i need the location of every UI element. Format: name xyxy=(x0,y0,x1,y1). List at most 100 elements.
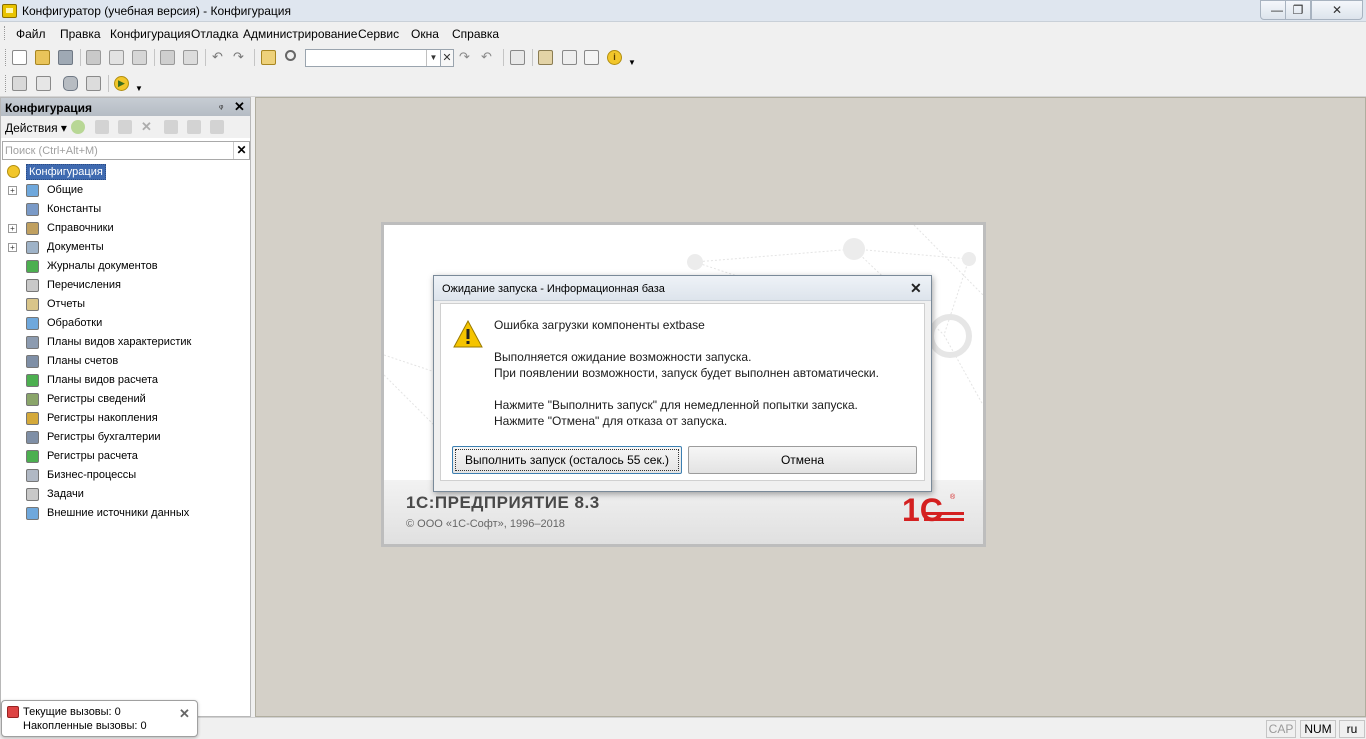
chevron-down-icon[interactable]: ▼ xyxy=(426,50,440,66)
tree-root[interactable]: Конфигурация xyxy=(1,162,250,181)
tree-item[interactable]: + Общие xyxy=(1,181,250,200)
syntax-assistant-icon[interactable] xyxy=(538,50,553,65)
sort-icon[interactable] xyxy=(210,120,224,134)
menu-windows[interactable]: Окна xyxy=(411,27,439,41)
close-panel-icon[interactable]: ✕ xyxy=(234,99,245,115)
tree-item[interactable]: Регистры сведений xyxy=(1,390,250,409)
copy-icon[interactable] xyxy=(109,50,124,65)
edit-icon[interactable] xyxy=(95,120,109,134)
tasks-icon xyxy=(26,488,39,501)
print-preview-icon[interactable] xyxy=(183,50,198,65)
add-icon[interactable] xyxy=(71,120,85,134)
panel-toolbar: Действия ▾ ✕ xyxy=(1,116,250,138)
close-window-button[interactable]: ✕ xyxy=(1311,0,1363,20)
open-folder-icon[interactable] xyxy=(35,50,50,65)
panel-title: Конфигурация xyxy=(5,101,93,115)
catalogs-icon xyxy=(26,222,39,235)
tree-item[interactable]: Журналы документов xyxy=(1,257,250,276)
panel-search-input[interactable] xyxy=(5,143,233,158)
windows-icon[interactable] xyxy=(510,50,525,65)
menu-configuration[interactable]: Конфигурация xyxy=(110,27,191,41)
expand-icon[interactable]: + xyxy=(8,186,17,195)
tree-item[interactable]: Регистры накопления xyxy=(1,409,250,428)
copy-item-icon[interactable] xyxy=(118,120,132,134)
menu-file[interactable]: Файл xyxy=(16,27,46,41)
tree-item[interactable]: + Справочники xyxy=(1,219,250,238)
search-icon[interactable] xyxy=(285,50,296,61)
tree-item[interactable]: Планы счетов xyxy=(1,352,250,371)
info-icon[interactable]: i xyxy=(607,50,622,65)
chart-of-accounts-icon xyxy=(26,355,39,368)
tree-item[interactable]: Планы видов расчета xyxy=(1,371,250,390)
tree-item[interactable]: + Документы xyxy=(1,238,250,257)
title-bar: Конфигуратор (учебная версия) - Конфигур… xyxy=(0,0,1366,22)
app-icon xyxy=(2,4,17,18)
tree-item[interactable]: Планы видов характеристик xyxy=(1,333,250,352)
caps-lock-indicator: CAP xyxy=(1266,720,1296,738)
clear-panel-search-icon[interactable]: ✕ xyxy=(233,142,249,159)
dialog-close-icon[interactable]: ✕ xyxy=(910,280,922,297)
delete-icon[interactable]: ✕ xyxy=(141,120,155,134)
tree-item[interactable]: Регистры расчета xyxy=(1,447,250,466)
start-debug-icon[interactable]: ▶ xyxy=(114,76,129,91)
current-calls: Текущие вызовы: 0 xyxy=(23,706,121,718)
error-message: Ошибка загрузки компоненты extbase xyxy=(494,318,705,332)
help-contents-icon[interactable] xyxy=(584,50,599,65)
info-dropdown-icon[interactable]: ▼ xyxy=(628,58,636,67)
tree-item-label: Планы видов расчета xyxy=(47,374,159,386)
business-processes-icon xyxy=(26,469,39,482)
pin-icon[interactable]: ᵩ xyxy=(219,100,223,111)
new-document-icon[interactable] xyxy=(12,50,27,65)
tree-item[interactable]: Перечисления xyxy=(1,276,250,295)
dialog-title-bar: Ожидание запуска - Информационная база ✕ xyxy=(434,276,931,301)
expand-icon[interactable]: + xyxy=(8,243,17,252)
reports-icon xyxy=(26,298,39,311)
menu-edit[interactable]: Правка xyxy=(60,27,101,41)
tree-item[interactable]: Отчеты xyxy=(1,295,250,314)
close-calls-panel-icon[interactable]: ✕ xyxy=(179,706,190,722)
move-up-icon[interactable] xyxy=(164,120,178,134)
print-icon[interactable] xyxy=(160,50,175,65)
find-previous-icon[interactable]: ↶ xyxy=(481,50,496,65)
clear-search-button[interactable]: ✕ xyxy=(440,49,454,67)
enums-icon xyxy=(26,279,39,292)
compare-config-icon[interactable] xyxy=(36,76,51,91)
tree-item[interactable]: Внешние источники данных xyxy=(1,504,250,523)
info-registers-icon xyxy=(26,393,39,406)
window-title: Конфигуратор (учебная версия) - Конфигур… xyxy=(22,4,292,18)
menu-help[interactable]: Справка xyxy=(452,27,499,41)
maximize-button[interactable]: ❐ xyxy=(1285,0,1311,20)
calc-types-icon xyxy=(26,374,39,387)
paste-icon[interactable] xyxy=(132,50,147,65)
toolbar-search-combo[interactable]: ▼ xyxy=(305,49,441,67)
language-indicator[interactable]: ru xyxy=(1339,720,1365,738)
menu-administration[interactable]: Администрирование xyxy=(243,27,357,41)
help-search-icon[interactable] xyxy=(562,50,577,65)
actions-menu[interactable]: Действия ▾ xyxy=(5,121,67,135)
debug-dropdown-icon[interactable]: ▼ xyxy=(135,84,143,93)
config-window-icon[interactable] xyxy=(12,76,27,91)
tree-item[interactable]: Обработки xyxy=(1,314,250,333)
expand-icon[interactable]: + xyxy=(8,224,17,233)
redo-icon[interactable]: ↷ xyxy=(233,50,248,65)
tree-item[interactable]: Константы xyxy=(1,200,250,219)
find-next-icon[interactable]: ↷ xyxy=(459,50,474,65)
save-icon[interactable] xyxy=(58,50,73,65)
move-down-icon[interactable] xyxy=(187,120,201,134)
find-in-folder-icon[interactable] xyxy=(261,50,276,65)
menu-debug[interactable]: Отладка xyxy=(191,27,238,41)
secondary-toolbar: ▶ ▼ xyxy=(0,70,1366,97)
undo-icon[interactable]: ↶ xyxy=(212,50,227,65)
tree-item[interactable]: Задачи xyxy=(1,485,250,504)
num-lock-indicator: NUM xyxy=(1300,720,1336,738)
cancel-button[interactable]: Отмена xyxy=(688,446,917,474)
properties-icon[interactable] xyxy=(86,76,101,91)
database-icon[interactable] xyxy=(63,76,78,91)
tree-item[interactable]: Бизнес-процессы xyxy=(1,466,250,485)
menu-service[interactable]: Сервис xyxy=(358,27,399,41)
tree-item[interactable]: Регистры бухгалтерии xyxy=(1,428,250,447)
run-now-button[interactable]: Выполнить запуск (осталось 55 сек.) xyxy=(452,446,682,474)
cut-icon[interactable] xyxy=(86,50,101,65)
tree-item-label: Планы видов характеристик xyxy=(47,336,192,348)
processing-icon xyxy=(26,317,39,330)
